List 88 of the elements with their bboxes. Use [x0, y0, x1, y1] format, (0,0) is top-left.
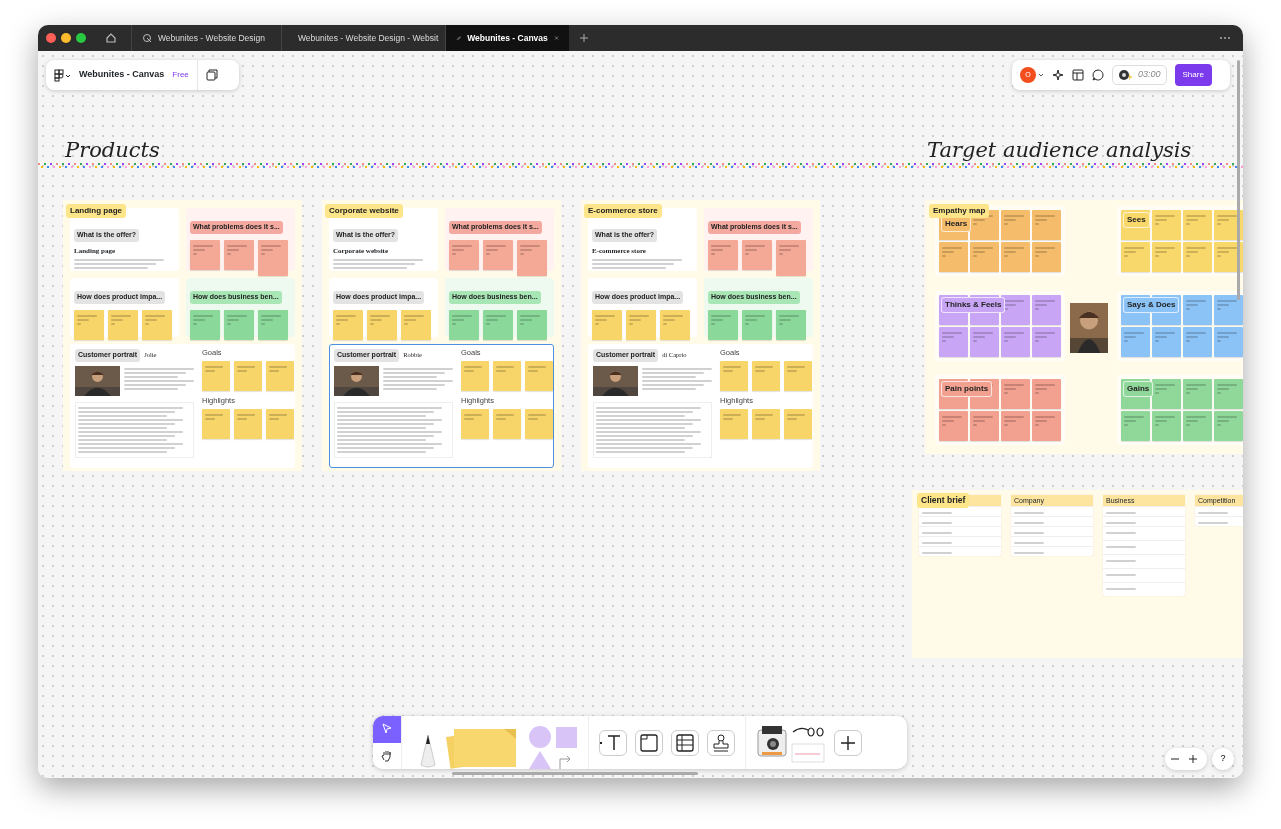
- sticky-note: [449, 240, 479, 270]
- sticky-note: [461, 361, 489, 391]
- sticky-note: [333, 310, 363, 340]
- sticky-note: [784, 409, 812, 439]
- sticky-note: [142, 310, 172, 340]
- section-title: Products: [65, 137, 160, 164]
- sticky-note: [224, 240, 254, 270]
- sticky-note: [592, 310, 622, 340]
- section-tool[interactable]: [635, 729, 663, 756]
- stamp-tool[interactable]: [707, 729, 735, 756]
- frame-label: E-commerce store: [584, 204, 662, 218]
- text-tool[interactable]: [599, 729, 627, 756]
- sticky-note: [720, 409, 748, 439]
- hand-tool[interactable]: [373, 742, 401, 769]
- quadrant-title: Pain points: [941, 381, 993, 397]
- section-title: Target audience analysis: [927, 137, 1192, 164]
- frame-label: Corporate website: [325, 204, 403, 218]
- sticky-note: [660, 310, 690, 340]
- quadrant-title: Thinks & Feels: [941, 297, 1006, 313]
- quadrant-title: Says & Does: [1123, 297, 1180, 313]
- plus-icon: [1188, 754, 1198, 764]
- timer-icon[interactable]: [1118, 69, 1134, 81]
- share-button[interactable]: Share: [1174, 64, 1212, 86]
- sticky-note: [202, 409, 230, 439]
- home-icon[interactable]: [105, 32, 117, 44]
- timer-text: 03:00: [1138, 68, 1161, 82]
- sticky-note: [525, 409, 553, 439]
- sticky-note: [266, 409, 294, 439]
- add-button[interactable]: [834, 729, 862, 756]
- quadrant-title: Gains: [1123, 381, 1154, 397]
- pencil-icon[interactable]: [418, 735, 438, 769]
- sticky-note: [401, 310, 431, 340]
- help-button[interactable]: ?: [1212, 748, 1234, 770]
- sticky-note: [258, 310, 288, 340]
- sticky-note: [74, 310, 104, 340]
- hand-icon: [381, 749, 393, 762]
- sticky-note: [776, 310, 806, 340]
- frame-label: Client brief: [917, 493, 970, 508]
- sticky-note: [708, 310, 738, 340]
- sticky-note: [190, 310, 220, 340]
- sticky-note: [461, 409, 489, 439]
- add-tab-icon[interactable]: [579, 33, 589, 43]
- pages-icon[interactable]: [205, 69, 218, 81]
- sticky-note: [483, 310, 513, 340]
- sticky-note: [493, 361, 521, 391]
- sticky-note: [493, 409, 521, 439]
- select-tool[interactable]: [373, 716, 401, 743]
- sticky-note: [517, 240, 547, 276]
- sticky-note: [517, 310, 547, 340]
- frame-label: Empathy map: [929, 204, 990, 218]
- sticky-note: [483, 240, 513, 270]
- horizontal-scrollbar[interactable]: [452, 772, 698, 775]
- caret-icon[interactable]: [1038, 72, 1044, 78]
- tab[interactable]: Webunites - Canvas: [445, 25, 569, 51]
- sticky-note: [525, 361, 553, 391]
- sticky-note: [234, 409, 262, 439]
- sticky-note: [190, 240, 220, 270]
- sticky-note: [742, 240, 772, 270]
- more-icon[interactable]: [1219, 34, 1231, 42]
- close-icon[interactable]: [553, 33, 559, 43]
- frame-label: Landing page: [66, 204, 126, 218]
- file-name: Webunites - Canvas: [79, 68, 165, 82]
- pencil-icon: [456, 33, 462, 43]
- sticky-note: [784, 361, 812, 391]
- vertical-scrollbar[interactable]: [1237, 60, 1240, 300]
- sticky-note: [266, 361, 294, 391]
- zoom-in-button[interactable]: [1188, 754, 1198, 764]
- layout-icon[interactable]: [1072, 69, 1084, 81]
- sticky-note: [258, 240, 288, 276]
- sticky-note: [234, 361, 262, 391]
- figma-menu-icon[interactable]: [54, 68, 71, 82]
- sticky-note: [742, 310, 772, 340]
- sticky-note: [108, 310, 138, 340]
- table-tool[interactable]: [671, 729, 699, 756]
- sticky-note: [202, 361, 230, 391]
- sticky-note: [224, 310, 254, 340]
- sticky-note: [708, 240, 738, 270]
- plan-label: Free: [172, 69, 189, 81]
- comment-icon[interactable]: [1092, 69, 1104, 81]
- sticky-note: [367, 310, 397, 340]
- sticky-note: [776, 240, 806, 276]
- sticky-note: [449, 310, 479, 340]
- sticky-note: [752, 361, 780, 391]
- sticky-note: [720, 361, 748, 391]
- sticky-note: [752, 409, 780, 439]
- sticky-note: [626, 310, 656, 340]
- cursor-icon: [381, 723, 393, 736]
- quadrant-title: Sees: [1123, 212, 1150, 228]
